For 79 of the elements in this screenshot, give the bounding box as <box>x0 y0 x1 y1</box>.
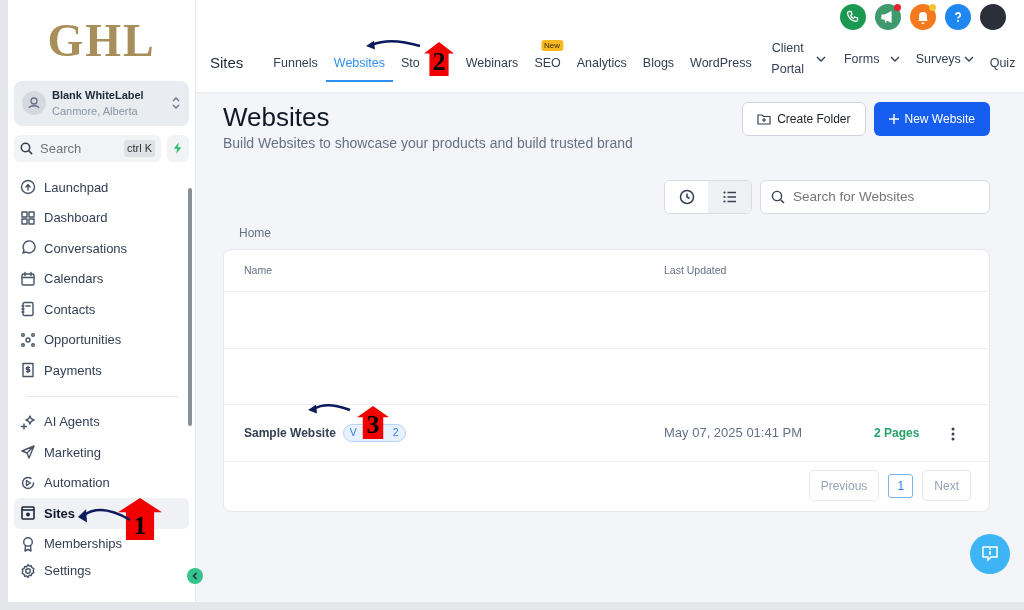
chat-icon <box>20 240 36 257</box>
page-title: Websites <box>223 102 331 134</box>
search-icon <box>771 190 785 205</box>
sidebar-item[interactable]: Automation <box>14 467 189 499</box>
chevron-down-icon <box>889 56 900 62</box>
tab[interactable]: Blogs <box>634 52 683 82</box>
lightning-icon <box>173 141 183 156</box>
play-circle-icon <box>20 474 36 491</box>
shortcut-key: ctrl K <box>123 140 155 157</box>
sidebar-item[interactable]: Payments <box>14 355 189 386</box>
sidebar-item[interactable]: AI Agents <box>14 406 189 438</box>
rocket-icon <box>20 179 36 196</box>
account-name: Blank WhiteLabel <box>52 87 145 103</box>
search-box[interactable]: Search ctrl K <box>14 134 161 163</box>
badge-text: 2 <box>392 425 399 441</box>
page-count: 2 Pages <box>874 426 920 441</box>
kebab-icon <box>951 427 955 441</box>
badge-text: V <box>349 425 357 441</box>
list-icon <box>721 189 738 206</box>
grid-icon <box>20 209 36 226</box>
chat-info-icon <box>980 544 1000 564</box>
tab[interactable]: Analytics <box>568 52 635 82</box>
folder-plus-icon <box>757 113 772 125</box>
tab[interactable]: Webinars <box>457 52 527 82</box>
sidebar-item[interactable]: Marketing <box>14 437 189 468</box>
chevron-left-icon <box>191 572 199 580</box>
new-badge: New <box>540 40 563 51</box>
receipt-icon <box>20 362 36 379</box>
column-header: Name <box>244 263 272 276</box>
avatar[interactable] <box>980 4 1006 30</box>
tab[interactable]: Funnels <box>265 52 326 82</box>
user-icon <box>22 91 46 116</box>
browser-icon <box>20 505 36 522</box>
toolbar-button[interactable] <box>945 4 971 30</box>
page-subtitle: Build Websites to showcase your products and build trusted brand <box>223 134 633 154</box>
sparkle-icon <box>20 413 36 430</box>
chevron-down-icon <box>815 56 826 62</box>
sidebar-item[interactable]: Settings <box>14 559 189 584</box>
plus-icon <box>888 114 899 124</box>
award-icon <box>20 535 36 552</box>
sidebar-item[interactable]: Conversations <box>14 233 189 264</box>
send-icon <box>20 444 36 461</box>
sidebar-item[interactable]: Launchpad <box>14 172 189 203</box>
tab[interactable]: Surveys <box>907 38 982 82</box>
clock-icon <box>678 189 695 206</box>
contact-book-icon <box>20 301 36 318</box>
account-switcher[interactable]: Blank WhiteLabel Canmore, Alberta <box>14 80 189 126</box>
chevron-down-icon <box>963 56 974 62</box>
sidebar-item[interactable]: Calendars <box>14 263 189 295</box>
page-button[interactable]: 1 <box>888 473 914 498</box>
search-box[interactable]: Search for Websites <box>760 180 990 215</box>
column-header: Last Updated <box>664 263 727 276</box>
tab[interactable]: WordPress <box>682 52 760 82</box>
tab[interactable]: Quiz <box>981 52 1024 82</box>
breadcrumb-link[interactable]: Home <box>239 224 990 243</box>
tab[interactable]: Forms <box>833 38 908 82</box>
view-toggle-button[interactable] <box>708 181 751 214</box>
search-icon <box>20 141 33 155</box>
logo: GHL <box>46 16 157 67</box>
toolbar-button[interactable] <box>875 4 901 30</box>
sidebar-item[interactable]: Contacts <box>14 294 189 325</box>
website-name[interactable]: Sample Website <box>244 424 336 443</box>
tab[interactable]: Client Portal <box>759 38 834 82</box>
toolbar-button[interactable] <box>910 4 936 30</box>
phone-icon <box>845 9 861 25</box>
sidebar-item[interactable]: Dashboard <box>14 202 189 234</box>
section-title: Sites <box>210 53 244 73</box>
table-cell: May 07, 2025 01:41 PM <box>664 425 803 441</box>
nodes-icon <box>20 331 36 348</box>
calendar-icon <box>20 270 36 287</box>
account-location: Canmore, Alberta <box>52 104 139 120</box>
toolbar-button[interactable] <box>840 4 866 30</box>
tab[interactable]: Sto <box>393 52 420 82</box>
create-folder-button[interactable]: Create Folder <box>742 102 866 136</box>
collapse-button[interactable] <box>187 568 203 584</box>
new-website-button[interactable]: New Website <box>873 102 990 136</box>
settings-icon <box>20 563 36 580</box>
search-field[interactable]: Search <box>38 137 119 160</box>
sidebar-item[interactable]: Opportunities <box>14 324 189 356</box>
